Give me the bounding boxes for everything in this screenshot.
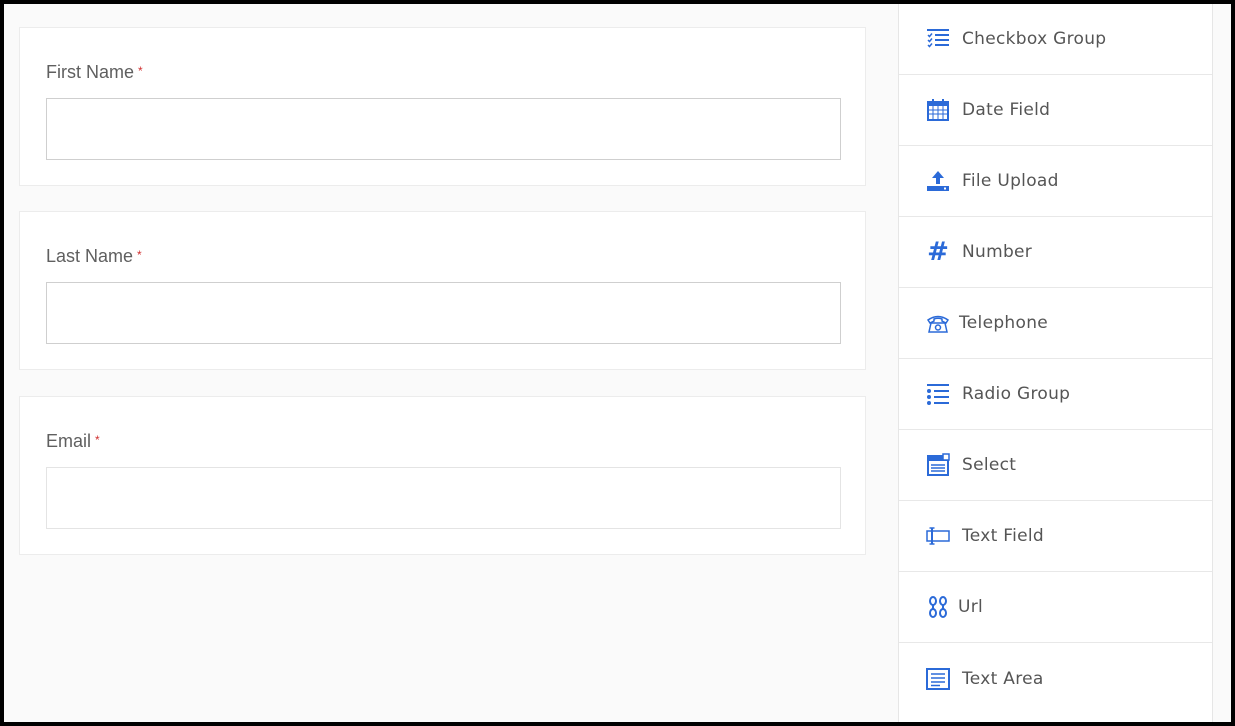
text-area-icon (926, 667, 950, 691)
app-frame: First Name * Last Name * Email * Checkbo… (0, 0, 1235, 726)
text-field-icon (926, 524, 950, 548)
last-name-label-text: Last Name (46, 246, 134, 266)
select-icon (926, 453, 950, 477)
palette-item-label: Url (958, 597, 984, 617)
last-name-input[interactable] (46, 282, 841, 344)
email-input[interactable] (46, 467, 841, 529)
required-indicator: * (138, 64, 143, 78)
telephone-icon (926, 311, 950, 335)
field-palette: Checkbox Group Date Field File Upload # … (898, 4, 1213, 722)
form-field-card-last-name[interactable]: Last Name * (19, 211, 866, 370)
palette-item-text-field[interactable]: Text Field (899, 501, 1212, 572)
form-field-card-email[interactable]: Email * (19, 396, 866, 555)
palette-item-label: Text Field (962, 526, 1045, 546)
palette-item-url[interactable]: Url (899, 572, 1212, 643)
email-label-text: Email (46, 431, 92, 451)
first-name-label: First Name * (46, 62, 143, 83)
palette-item-telephone[interactable]: Telephone (899, 288, 1212, 359)
palette-item-label: Number (962, 242, 1033, 262)
first-name-label-text: First Name (46, 62, 135, 82)
required-indicator: * (137, 248, 142, 262)
palette-item-label: File Upload (962, 171, 1059, 191)
form-field-card-first-name[interactable]: First Name * (19, 27, 866, 186)
first-name-input[interactable] (46, 98, 841, 160)
hash-glyph: # (927, 237, 949, 267)
palette-item-label: Checkbox Group (962, 29, 1107, 49)
checkbox-group-icon (926, 27, 950, 51)
calendar-icon (926, 98, 950, 122)
palette-item-label: Select (962, 455, 1017, 475)
radio-group-icon (926, 382, 950, 406)
palette-item-label: Telephone (959, 313, 1049, 333)
palette-item-checkbox-group[interactable]: Checkbox Group (899, 4, 1212, 75)
palette-item-label: Date Field (962, 100, 1051, 120)
palette-item-label: Radio Group (962, 384, 1071, 404)
form-canvas: First Name * Last Name * Email * (4, 4, 897, 722)
link-icon (926, 595, 950, 619)
upload-icon (926, 169, 950, 193)
palette-item-text-area[interactable]: Text Area (899, 643, 1212, 714)
palette-item-file-upload[interactable]: File Upload (899, 146, 1212, 217)
hash-icon: # (926, 237, 950, 267)
last-name-label: Last Name * (46, 246, 142, 267)
palette-item-date-field[interactable]: Date Field (899, 75, 1212, 146)
required-indicator: * (95, 433, 100, 447)
palette-item-number[interactable]: # Number (899, 217, 1212, 288)
palette-item-select[interactable]: Select (899, 430, 1212, 501)
email-label: Email * (46, 431, 100, 452)
palette-item-label: Text Area (962, 668, 1044, 689)
palette-item-radio-group[interactable]: Radio Group (899, 359, 1212, 430)
